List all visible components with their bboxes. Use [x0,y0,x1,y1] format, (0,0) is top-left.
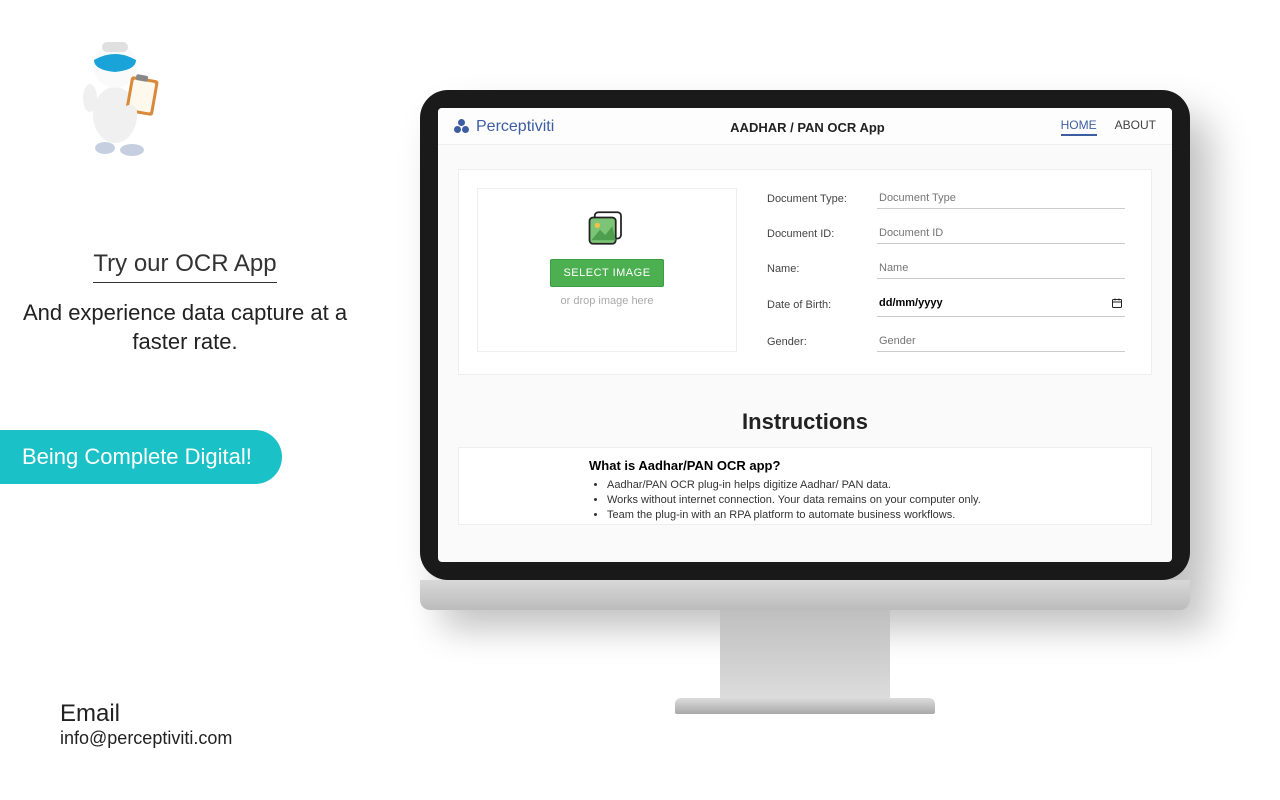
monitor-mockup: Perceptiviti AADHAR / PAN OCR App HOME A… [420,90,1190,714]
dob-placeholder: dd/mm/yyyy [879,297,943,312]
ocr-panel: SELECT IMAGE or drop image here Document… [458,169,1152,375]
fields-panel: Document Type: Document ID: Name: D [767,188,1125,352]
label-gender: Gender: [767,336,857,348]
robot-illustration [60,20,170,160]
drop-hint: or drop image here [488,295,726,307]
promo-title: Try our OCR App [93,250,276,283]
list-item: Team the plug-in with an RPA platform to… [607,509,1021,521]
input-doc-type[interactable] [877,188,1125,209]
brand-name: Perceptiviti [476,118,554,136]
nav-home[interactable]: HOME [1061,118,1097,136]
app-title: AADHAR / PAN OCR App [730,120,885,135]
nav-about[interactable]: ABOUT [1115,118,1156,136]
label-dob: Date of Birth: [767,299,857,311]
app-screen: Perceptiviti AADHAR / PAN OCR App HOME A… [438,108,1172,562]
label-doc-type: Document Type: [767,193,857,205]
label-doc-id: Document ID: [767,228,857,240]
promo-text: And experience data capture at a faster … [20,299,350,356]
contact-email: info@perceptiviti.com [60,728,232,749]
instructions-panel: What is Aadhar/PAN OCR app? Aadhar/PAN O… [458,447,1152,525]
select-image-button[interactable]: SELECT IMAGE [550,259,663,287]
input-name[interactable] [877,258,1125,279]
list-item: Aadhar/PAN OCR plug-in helps digitize Aa… [607,479,1021,491]
input-doc-id[interactable] [877,223,1125,244]
image-icon [586,207,628,249]
brand-icon [454,119,470,135]
instructions-heading: Instructions [458,409,1152,435]
instructions-subtitle: What is Aadhar/PAN OCR app? [589,458,1021,473]
contact-title: Email [60,700,232,728]
list-item: Works without internet connection. Your … [607,494,1021,506]
cta-pill: Being Complete Digital! [0,430,282,484]
input-dob[interactable]: dd/mm/yyyy [877,293,1125,317]
brand: Perceptiviti [454,118,554,136]
calendar-icon [1111,297,1123,312]
upload-box[interactable]: SELECT IMAGE or drop image here [477,188,737,352]
label-name: Name: [767,263,857,275]
input-gender[interactable] [877,331,1125,352]
